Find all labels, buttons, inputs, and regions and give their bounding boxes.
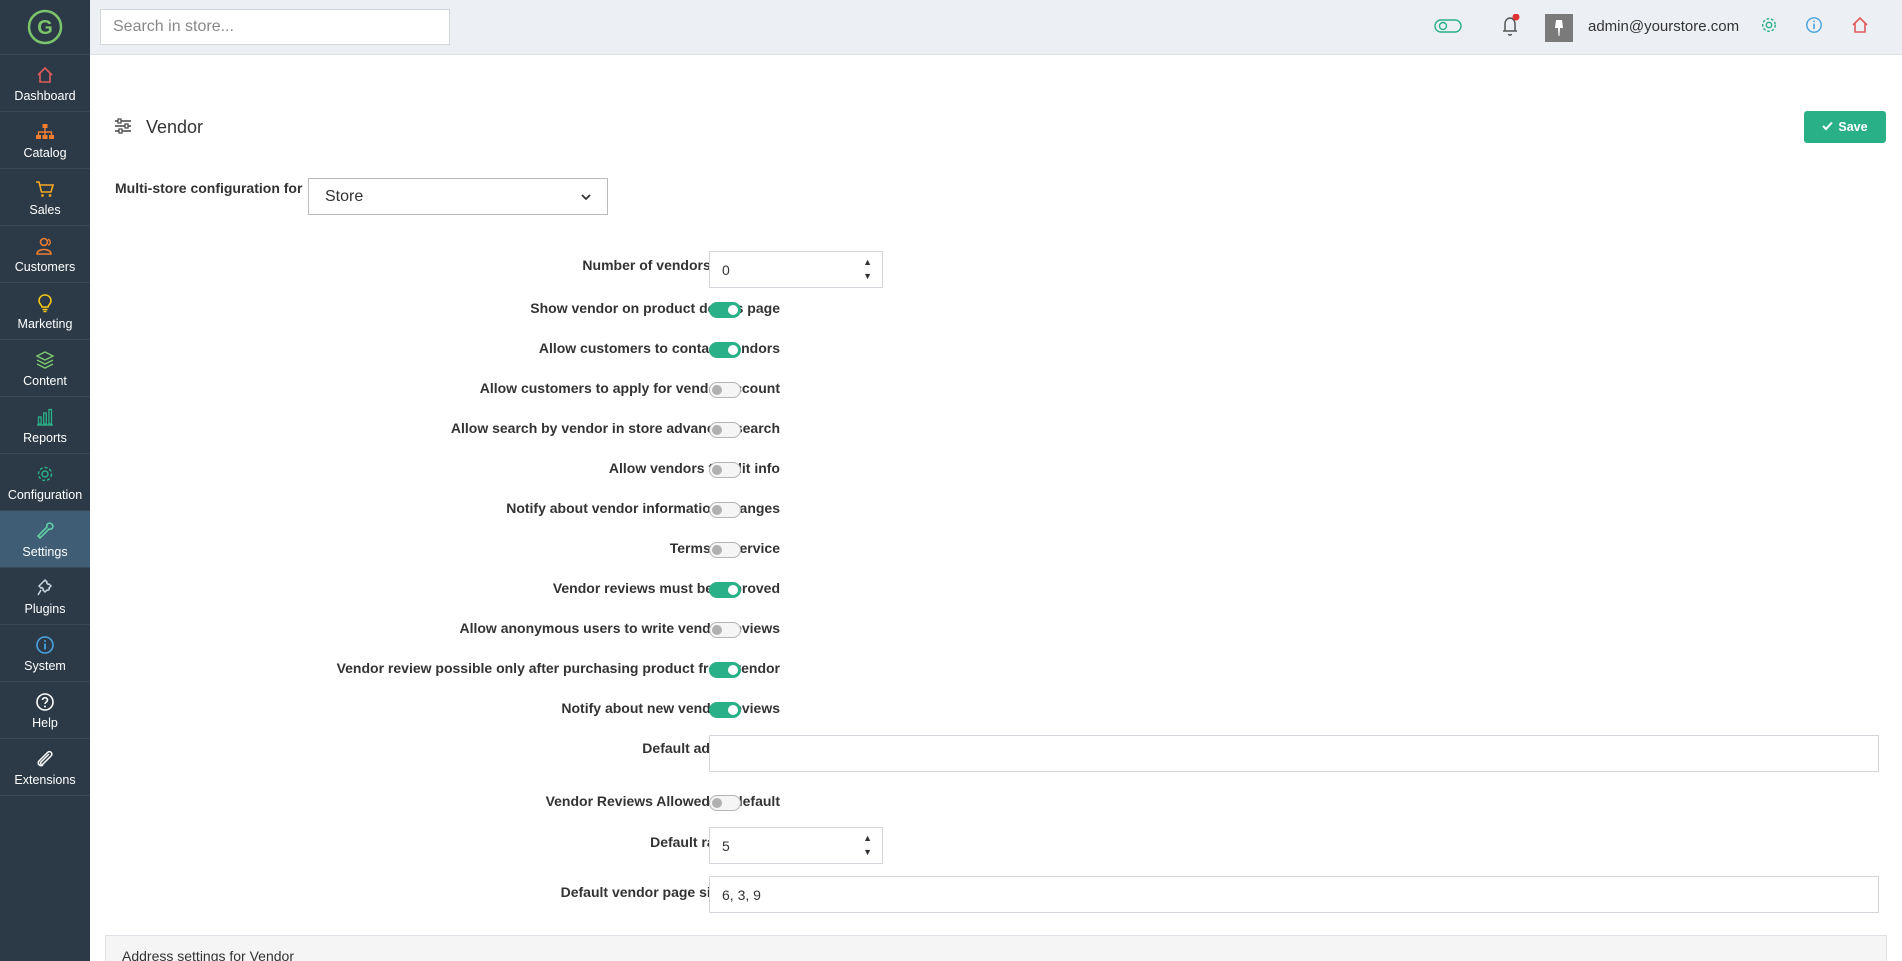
chevron-down-icon [581, 188, 591, 206]
multistore-select[interactable]: Store [308, 178, 608, 215]
wrench-icon [35, 520, 55, 542]
num-vendors-value: 0 [722, 261, 730, 278]
sidebar-item-label: Settings [22, 544, 68, 559]
logo[interactable]: G [0, 0, 90, 55]
sidebar-item-label: Sales [29, 202, 61, 217]
avatar[interactable] [1545, 14, 1573, 42]
admin-theme-input[interactable] [709, 735, 1879, 772]
bar-chart-icon [35, 406, 55, 428]
sidebar-item-catalog[interactable]: Catalog [0, 112, 90, 169]
info-icon [35, 634, 55, 656]
search-by-vendor-toggle[interactable] [709, 422, 741, 438]
sidebar-item-extensions[interactable]: Extensions [0, 739, 90, 796]
vendors-edit-info-toggle[interactable] [709, 462, 741, 478]
setting-label: Allow customers to contact vendors [538, 340, 780, 356]
bell-icon[interactable] [1500, 13, 1522, 41]
sidebar-item-marketing[interactable]: Marketing [0, 283, 90, 340]
notify-new-reviews-toggle[interactable] [709, 702, 741, 718]
user-email[interactable]: admin@yourstore.com [1588, 18, 1739, 35]
setting-label: Allow vendors to edit info [608, 460, 780, 476]
sidebar-item-settings[interactable]: Settings [0, 511, 90, 568]
logo-icon: G [27, 9, 63, 45]
setting-label: Show vendor on product details page [530, 300, 780, 316]
gear-icon [35, 463, 55, 485]
reviews-approved-toggle[interactable] [709, 582, 741, 598]
sidebar-item-label: Content [23, 373, 67, 388]
address-settings-panel[interactable]: Address settings for Vendor [105, 935, 1887, 961]
panel-title: Address settings for Vendor [122, 948, 294, 961]
sidebar-item-label: Marketing [17, 316, 73, 331]
page-title: Vendor [146, 117, 204, 137]
save-label: Save [1838, 120, 1868, 134]
layers-icon [35, 349, 55, 371]
sidebar-item-label: Customers [14, 259, 76, 274]
sidebar-item-label: Catalog [23, 145, 67, 160]
sidebar-item-dashboard[interactable]: Dashboard [0, 55, 90, 112]
setting-label: Vendor Reviews Allowed by default [545, 793, 780, 809]
svg-text:G: G [37, 17, 53, 39]
main-content: Vendor Save Multi-store configuration fo… [90, 55, 1902, 961]
check-icon [1822, 120, 1834, 134]
sidebar-item-customers[interactable]: Customers [0, 226, 90, 283]
num-vendors-input[interactable]: 0 ▲ ▼ [709, 251, 883, 288]
save-button[interactable]: Save [1804, 111, 1886, 143]
toggle-theme-icon[interactable] [1434, 18, 1462, 37]
sitemap-icon [35, 121, 55, 143]
review-after-purchase-toggle[interactable] [709, 662, 741, 678]
info-icon[interactable] [1805, 16, 1823, 37]
sidebar-item-label: Dashboard [14, 88, 76, 103]
top-bar: admin@yourstore.com [90, 0, 1902, 55]
gear-icon[interactable] [1760, 16, 1778, 37]
user-icon [1555, 20, 1563, 36]
multistore-label: Multi-store configuration for [115, 180, 303, 196]
show-vendor-toggle[interactable] [709, 302, 741, 318]
sidebar-item-label: Extensions [14, 772, 76, 787]
terms-of-service-toggle[interactable] [709, 542, 741, 558]
setting-label: Notify about new vendor reviews [561, 700, 780, 716]
search-input[interactable] [100, 9, 450, 45]
notify-info-changes-toggle[interactable] [709, 502, 741, 518]
sidebar-item-configuration[interactable]: Configuration [0, 454, 90, 511]
paperclip-icon [35, 748, 55, 770]
home-icon[interactable] [1850, 15, 1870, 38]
sidebar-item-reports[interactable]: Reports [0, 397, 90, 454]
apply-vendor-account-toggle[interactable] [709, 382, 741, 398]
sidebar-item-label: Reports [23, 430, 67, 445]
number-spinner[interactable]: ▲ ▼ [863, 255, 872, 283]
lightbulb-icon [35, 292, 55, 314]
sidebar-item-system[interactable]: System [0, 625, 90, 682]
sidebar-item-sales[interactable]: Sales [0, 169, 90, 226]
puzzle-icon [35, 577, 55, 599]
sidebar-item-label: Plugins [24, 601, 66, 616]
page-size-value: 6, 3, 9 [722, 886, 761, 903]
multistore-value: Store [325, 187, 364, 205]
sidebar-item-help[interactable]: Help [0, 682, 90, 739]
anonymous-reviews-toggle[interactable] [709, 622, 741, 638]
sliders-icon [114, 118, 132, 137]
sidebar: G Dashboard Catalog Sales Customers Mark… [0, 0, 90, 961]
sidebar-item-label: Configuration [7, 487, 83, 502]
sidebar-item-plugins[interactable]: Plugins [0, 568, 90, 625]
contact-vendors-toggle[interactable] [709, 342, 741, 358]
page-size-input[interactable]: 6, 3, 9 [709, 876, 1879, 913]
question-icon [35, 691, 55, 713]
reviews-allowed-default-toggle[interactable] [709, 795, 741, 811]
sidebar-item-content[interactable]: Content [0, 340, 90, 397]
rating-value: 5 [722, 837, 730, 854]
users-icon [35, 235, 55, 257]
sidebar-item-label: Help [32, 715, 58, 730]
number-spinner[interactable]: ▲ ▼ [863, 831, 872, 859]
cart-icon [35, 178, 55, 200]
sidebar-item-label: System [24, 658, 66, 673]
page-header: Vendor [114, 117, 203, 138]
setting-label: Vendor reviews must be approved [552, 580, 780, 596]
home-icon [35, 64, 55, 86]
rating-input[interactable]: 5 ▲ ▼ [709, 827, 883, 864]
